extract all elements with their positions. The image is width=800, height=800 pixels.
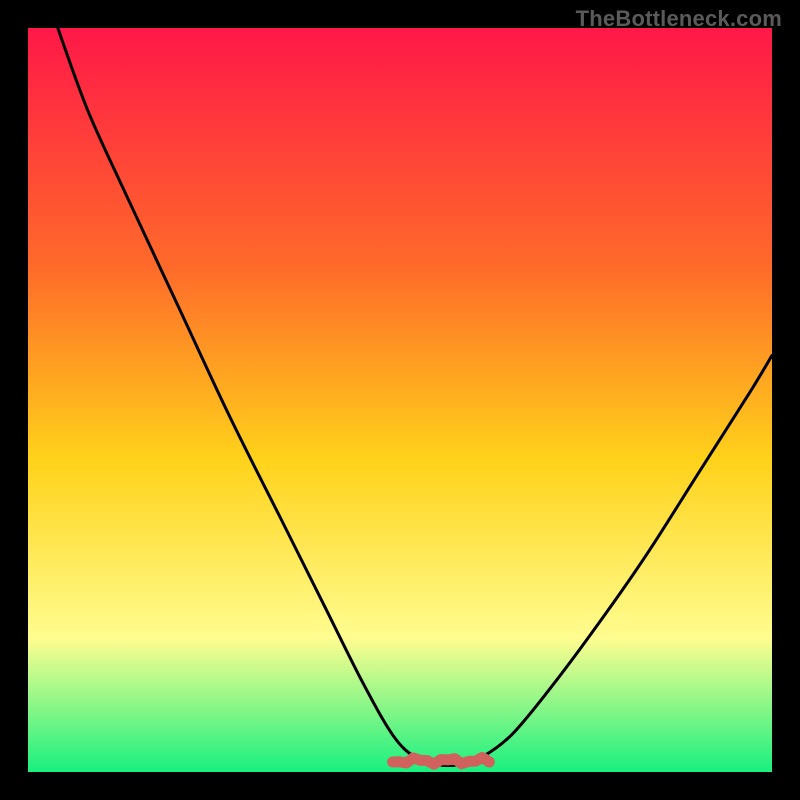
optimal-range-marker <box>393 758 490 765</box>
chart-frame: TheBottleneck.com <box>0 0 800 800</box>
watermark-text: TheBottleneck.com <box>576 6 782 32</box>
bottleneck-chart <box>28 28 772 772</box>
gradient-background <box>28 28 772 772</box>
plot-area <box>28 28 772 772</box>
